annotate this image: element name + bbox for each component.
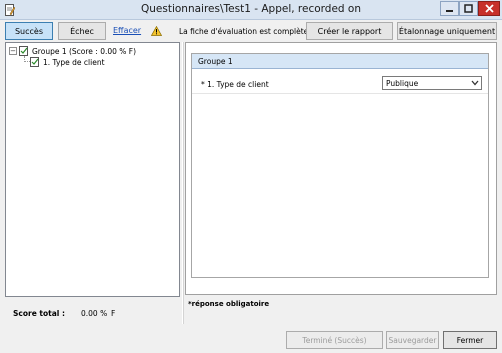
close-icon <box>484 4 494 13</box>
chevron-down-icon <box>471 80 479 86</box>
required-note: *réponse obligatoire <box>188 300 270 308</box>
panel-splitter[interactable] <box>182 42 184 324</box>
close-window-button[interactable] <box>478 1 500 16</box>
question-label: * 1. Type de client <box>201 80 269 89</box>
toolbar: Succès Échec Effacer La fiche d'évaluati… <box>0 20 502 42</box>
success-button[interactable]: Succès <box>5 22 53 40</box>
group-header: Groupe 1 <box>192 54 488 69</box>
close-button[interactable]: Fermer <box>443 331 497 349</box>
save-button[interactable]: Sauvegarder <box>386 331 439 349</box>
calibration-only-button[interactable]: Étalonnage uniquement <box>397 22 497 40</box>
score-grade: F <box>111 309 116 318</box>
tree-question-label: 1. Type de client <box>43 57 105 67</box>
finish-success-button[interactable]: Terminé (Succès) <box>286 331 383 349</box>
window-title: Questionnaires\Test1 - Appel, recorded o… <box>141 3 361 15</box>
score-value: 0.00 % <box>81 309 108 318</box>
checklist-icon <box>30 57 39 67</box>
question-row: * 1. Type de client Publique <box>192 75 488 94</box>
tree-group-label: Groupe 1 (Score : 0.00 % F) <box>32 46 137 56</box>
score-label: Score total : <box>13 309 65 318</box>
status-text: La fiche d'évaluation est complète. <box>179 27 311 36</box>
group-section: Groupe 1 * 1. Type de client Publique <box>191 53 489 278</box>
tree-item-question-1[interactable]: 1. Type de client <box>30 57 105 67</box>
minimize-button[interactable] <box>440 1 459 16</box>
collapse-icon[interactable]: − <box>9 47 17 55</box>
clear-link[interactable]: Effacer <box>113 26 141 35</box>
title-bar: Questionnaires\Test1 - Appel, recorded o… <box>0 0 502 20</box>
warning-icon <box>151 26 162 36</box>
maximize-button[interactable] <box>459 1 478 16</box>
group-title: Groupe 1 <box>198 57 233 66</box>
evaluation-form: Groupe 1 * 1. Type de client Publique <box>185 42 497 295</box>
score-summary: Score total : 0.00 % F <box>5 302 180 324</box>
tree-item-group-1[interactable]: − Groupe 1 (Score : 0.00 % F) <box>9 46 136 56</box>
create-report-button[interactable]: Créer le rapport <box>306 22 393 40</box>
client-type-value: Publique <box>386 79 419 88</box>
client-type-select[interactable]: Publique <box>382 76 482 90</box>
failure-button[interactable]: Échec <box>58 22 106 40</box>
minimize-icon <box>446 10 453 12</box>
checklist-icon <box>19 46 28 56</box>
maximize-icon <box>464 4 473 13</box>
question-tree: − Groupe 1 (Score : 0.00 % F) 1. Type de… <box>5 42 180 297</box>
